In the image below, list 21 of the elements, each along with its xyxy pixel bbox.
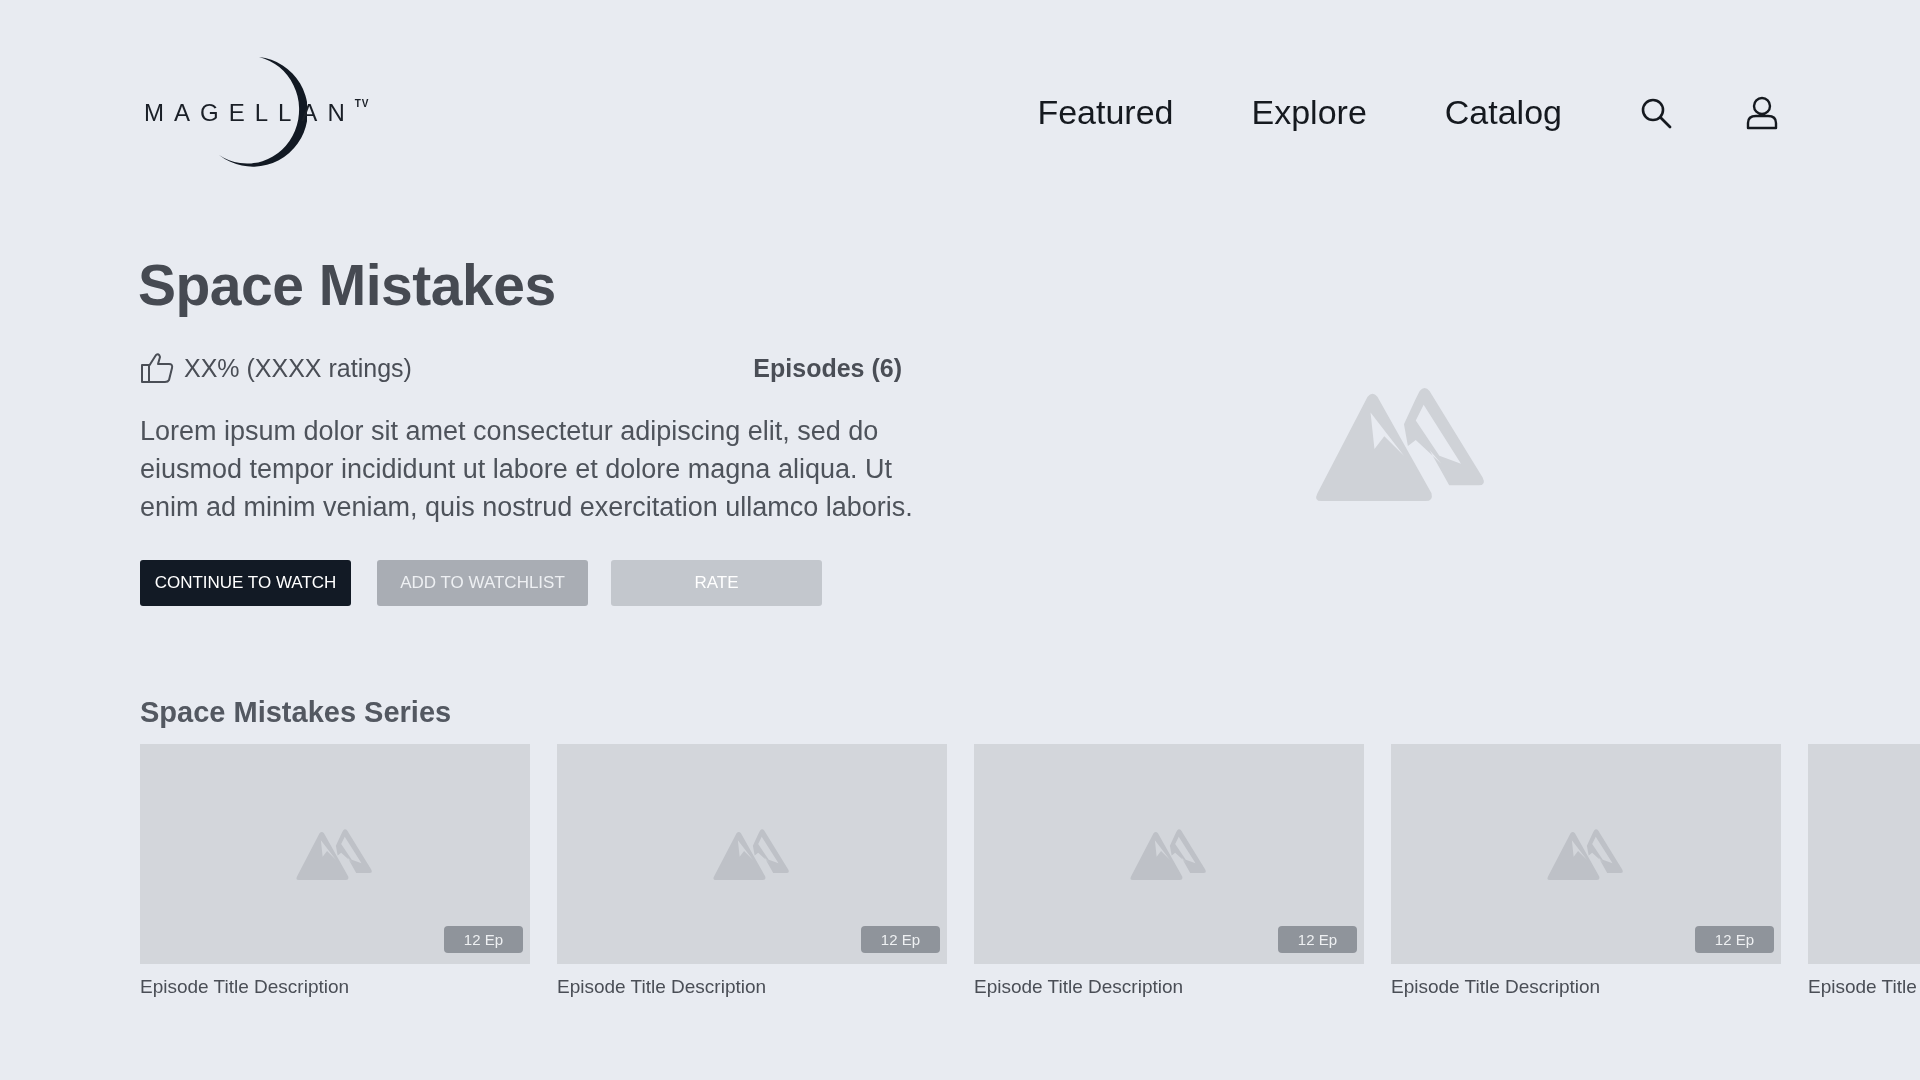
episode-count-badge: 12 Ep <box>443 926 523 953</box>
nav-link[interactable]: Featured <box>1037 93 1174 132</box>
episode-title[interactable]: Episode Title Description <box>140 976 530 998</box>
episode-title[interactable]: Episode Title Description <box>974 976 1364 998</box>
section-title: Space Mistakes Series <box>140 695 453 730</box>
episode-title[interactable]: Episode Title Description <box>1391 976 1781 998</box>
episode-title[interactable]: Episode Title <box>1808 976 1920 998</box>
user-icon[interactable] <box>1746 95 1778 130</box>
episode-count-badge: 12 Ep <box>860 926 940 953</box>
episode-count-badge: 12 Ep <box>1277 926 1357 953</box>
nav-link[interactable]: Explore <box>1251 93 1367 132</box>
thumbs-up-icon[interactable] <box>140 352 174 384</box>
action-button[interactable]: CONTINUE TO WATCH <box>140 560 351 606</box>
episode-count-badge: 12 Ep <box>1694 926 1774 953</box>
search-icon[interactable] <box>1640 96 1672 129</box>
show-title: Space Mistakes <box>138 252 557 319</box>
episode-title[interactable]: Episode Title Description <box>557 976 947 998</box>
show-description: Lorem ipsum dolor sit amet consectetur adipiscing elit, sed do eiusmod tempor incididunt ut labore et dolore magna aliqua. Ut enim ad minim veniam, quis nostrud exercitation ullamco laboris. <box>140 415 914 524</box>
episodes-count: Episodes (6) <box>753 353 902 383</box>
rating-text: XX% (XXXX ratings) <box>184 353 412 383</box>
nav-link[interactable]: Catalog <box>1444 93 1562 132</box>
